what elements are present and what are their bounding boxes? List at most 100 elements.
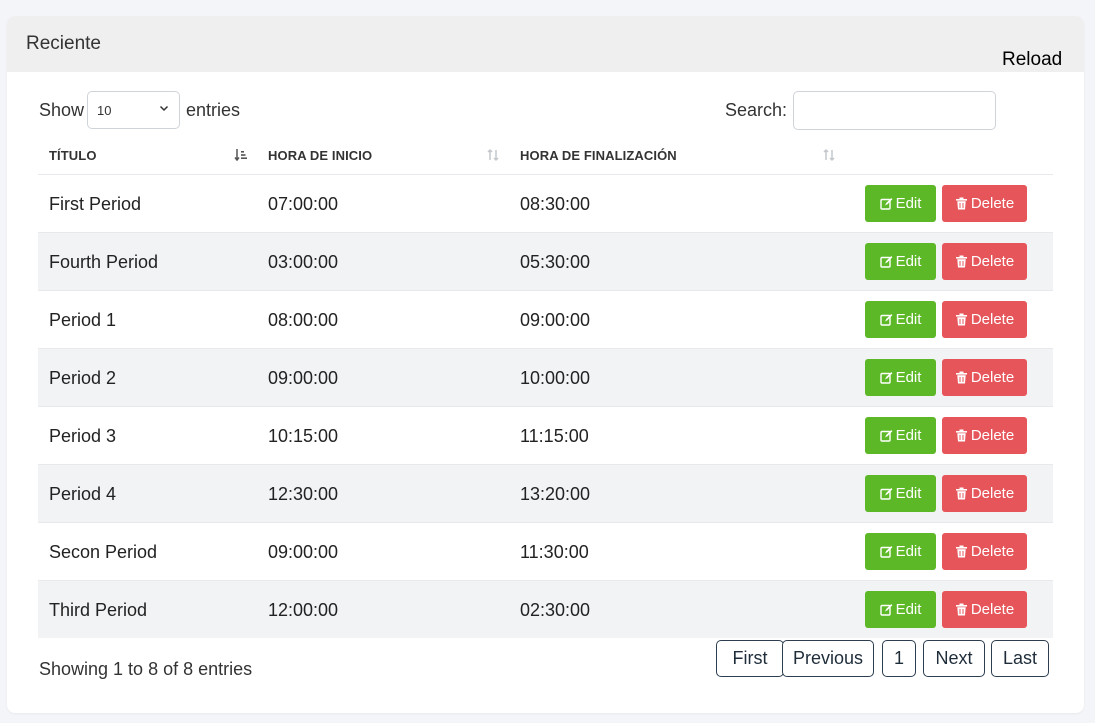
table-info: Showing 1 to 8 of 8 entries [39, 659, 253, 679]
edit-icon [879, 314, 892, 326]
cell-end-time: 09:00:00 [520, 310, 591, 330]
delete-button[interactable]: Delete [942, 359, 1027, 396]
delete-button[interactable]: Delete [942, 185, 1027, 222]
cell-title: First Period [49, 194, 142, 214]
cell-start-time: 09:00:00 [268, 542, 339, 562]
edit-button[interactable]: Edit [865, 243, 936, 280]
cell-end-time: 05:30:00 [520, 252, 591, 272]
table-row: Fourth Period 03:00:00 05:30:00 Edit Delete [38, 232, 1053, 290]
edit-label: Edit [895, 253, 922, 270]
delete-button[interactable]: Delete [942, 301, 1027, 338]
delete-label: Delete [970, 427, 1015, 444]
edit-icon [879, 488, 892, 500]
trash-icon [955, 545, 967, 558]
trash-icon [955, 255, 967, 268]
edit-button[interactable]: Edit [865, 417, 936, 454]
search-input[interactable] [793, 91, 996, 130]
edit-label: Edit [895, 369, 922, 386]
pagination-next-button[interactable]: Next [923, 640, 985, 677]
edit-icon [879, 604, 892, 616]
cell-title: Period 3 [49, 426, 117, 446]
trash-icon [955, 429, 967, 442]
delete-label: Delete [970, 543, 1015, 560]
cell-title: Secon Period [49, 542, 158, 562]
edit-button[interactable]: Edit [865, 533, 936, 570]
sort-ascending-icon[interactable] [234, 147, 248, 163]
cell-title: Period 2 [49, 368, 117, 388]
cell-start-time: 12:30:00 [268, 484, 339, 504]
table-row: Third Period 12:00:00 02:30:00 Edit Delete [38, 580, 1053, 638]
edit-button[interactable]: Edit [865, 301, 936, 338]
cell-end-time: 02:30:00 [520, 600, 591, 620]
edit-icon [879, 372, 892, 384]
table-row: Secon Period 09:00:00 11:30:00 Edit Delete [38, 522, 1053, 580]
cell-end-time: 11:30:00 [520, 542, 589, 562]
cell-end-time: 13:20:00 [520, 484, 591, 504]
cell-title: Period 1 [49, 310, 117, 330]
search-label: Search: [725, 100, 788, 120]
delete-button[interactable]: Delete [942, 475, 1027, 512]
column-header-hora-finalizacion[interactable]: HORA DE FINALIZACIÓN [520, 148, 677, 163]
page-length-value: 10 [97, 103, 112, 118]
chevron-down-icon [159, 105, 169, 112]
page-length-select[interactable]: 10 [87, 91, 180, 129]
periods-card: Reciente Reload Show 10 entries Search: … [7, 16, 1084, 713]
delete-button[interactable]: Delete [942, 417, 1027, 454]
column-header-hora-inicio[interactable]: HORA DE INICIO [268, 148, 372, 163]
delete-label: Delete [970, 253, 1015, 270]
table-row: Period 3 10:15:00 11:15:00 Edit Delete [38, 406, 1053, 464]
delete-label: Delete [970, 311, 1015, 328]
delete-button[interactable]: Delete [942, 591, 1027, 628]
delete-label: Delete [970, 485, 1015, 502]
pagination-page-1-button[interactable]: 1 [882, 640, 916, 677]
cell-title: Period 4 [49, 484, 117, 504]
trash-icon [955, 371, 967, 384]
edit-label: Edit [895, 485, 922, 502]
delete-button[interactable]: Delete [942, 533, 1027, 570]
delete-label: Delete [970, 195, 1015, 212]
cell-end-time: 10:00:00 [520, 368, 591, 388]
edit-icon [879, 198, 892, 210]
pagination-previous-button[interactable]: Previous [782, 640, 874, 677]
edit-button[interactable]: Edit [865, 359, 936, 396]
cell-start-time: 09:00:00 [268, 368, 339, 388]
delete-button[interactable]: Delete [942, 243, 1027, 280]
delete-label: Delete [970, 369, 1015, 386]
sort-both-icon[interactable] [822, 147, 836, 163]
table-row: First Period 07:00:00 08:30:00 Edit Delete [38, 174, 1053, 232]
table-row: Period 2 09:00:00 10:00:00 Edit Delete [38, 348, 1053, 406]
edit-button[interactable]: Edit [865, 591, 936, 628]
column-header-titulo[interactable]: TÍTULO [49, 148, 97, 163]
delete-label: Delete [970, 601, 1015, 618]
entries-label: entries [186, 100, 241, 120]
trash-icon [955, 487, 967, 500]
sort-both-icon[interactable] [486, 147, 500, 163]
edit-label: Edit [895, 427, 922, 444]
edit-icon [879, 430, 892, 442]
trash-icon [955, 603, 967, 616]
edit-label: Edit [895, 601, 922, 618]
pagination-last-button[interactable]: Last [991, 640, 1049, 677]
edit-icon [879, 256, 892, 268]
cell-start-time: 08:00:00 [268, 310, 339, 330]
cell-end-time: 08:30:00 [520, 194, 591, 214]
cell-start-time: 07:00:00 [268, 194, 339, 214]
trash-icon [955, 197, 967, 210]
edit-label: Edit [895, 195, 922, 212]
pagination-first-button[interactable]: First [716, 640, 784, 677]
table-row: Period 4 12:30:00 13:20:00 Edit Delete [38, 464, 1053, 522]
edit-label: Edit [895, 311, 922, 328]
card-header: Reciente Reload [7, 16, 1084, 72]
cell-end-time: 11:15:00 [520, 426, 589, 446]
show-label: Show [39, 100, 85, 120]
cell-start-time: 03:00:00 [268, 252, 339, 272]
cell-start-time: 10:15:00 [268, 426, 339, 446]
edit-button[interactable]: Edit [865, 185, 936, 222]
edit-button[interactable]: Edit [865, 475, 936, 512]
table-row: Period 1 08:00:00 09:00:00 Edit Delete [38, 290, 1053, 348]
cell-start-time: 12:00:00 [268, 600, 339, 620]
reload-link[interactable]: Reload [1002, 49, 1062, 71]
edit-icon [879, 546, 892, 558]
cell-title: Fourth Period [49, 252, 159, 272]
card-title: Reciente [26, 33, 101, 54]
